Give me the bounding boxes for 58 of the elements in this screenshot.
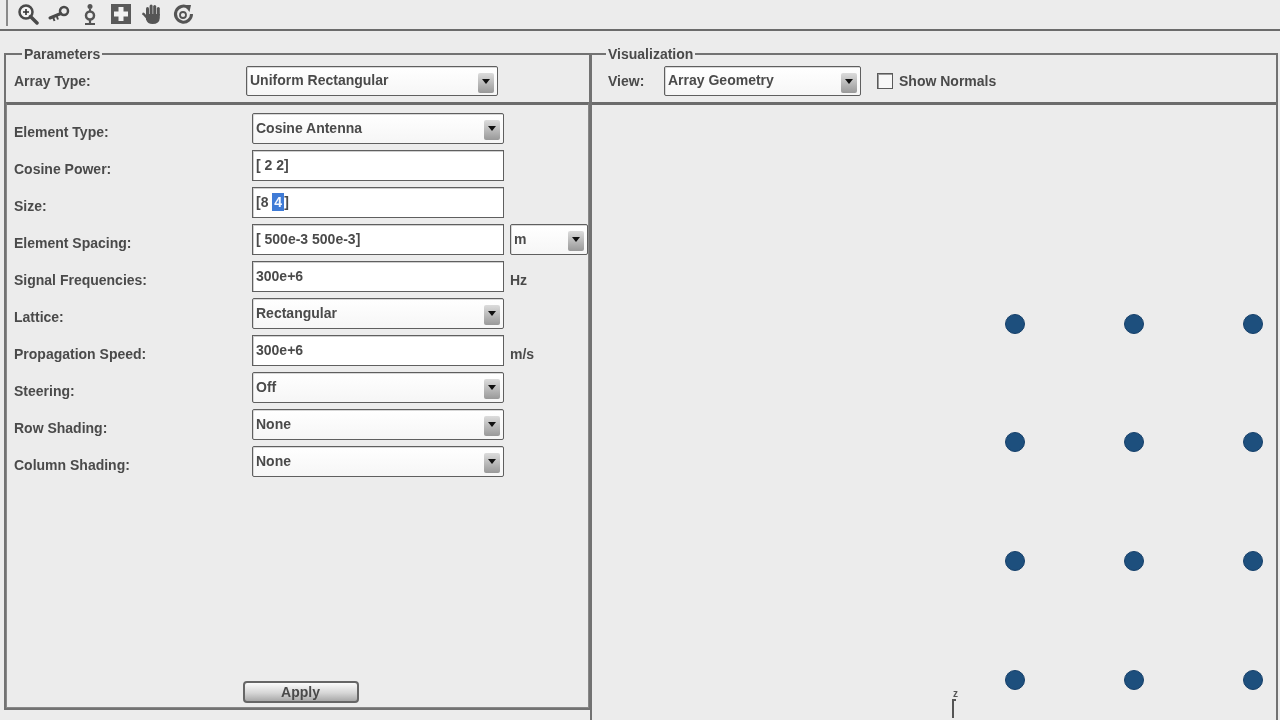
plot-point [1124,314,1144,334]
dropdown[interactable]: m [510,224,588,255]
rotate-icon[interactable] [172,3,194,25]
field-label: Cosine Power: [14,160,113,179]
group-title: Visualization [607,46,695,62]
zoom-in-icon[interactable] [17,3,39,25]
axis-label: z [953,688,958,699]
input-field[interactable]: [8 4] [252,187,504,218]
caret-icon [568,231,584,251]
plus-icon[interactable] [110,3,132,25]
plot-point [1124,432,1144,452]
field-label: Array Type: [14,72,92,91]
field-label: Steering: [14,382,76,401]
z-axis [952,699,956,718]
caret-icon [484,305,500,325]
field-label: Propagation Speed: [14,345,148,364]
input-field[interactable]: [ 2 2] [252,150,504,181]
plot-point [1005,551,1025,571]
dropdown[interactable]: None [252,409,504,440]
dropdown[interactable]: None [252,446,504,477]
plot-point [1005,670,1025,690]
caret-icon [484,416,500,436]
dropdown[interactable]: Cosine Antenna [252,113,504,144]
input-field[interactable]: 300e+6 [252,261,504,292]
field-label: Signal Frequencies: [14,271,149,290]
plot-point [1005,314,1025,334]
plot-point [1243,551,1263,571]
plot-point [1243,670,1263,690]
caret-icon [484,120,500,140]
field-label: Row Shading: [14,419,109,438]
dropdown[interactable]: Rectangular [252,298,504,329]
caret-icon [841,72,857,93]
unit-label: Hz [510,271,529,290]
plot-point [1005,432,1025,452]
input-field[interactable]: [ 500e-3 500e-3] [252,224,504,255]
group-title: Parameters [23,46,102,62]
plot-point [1243,314,1263,334]
field-label: Element Type: [14,123,110,142]
plot-point [1243,432,1263,452]
field-label: View: [608,73,646,89]
field-label: Size: [14,197,48,216]
plot-point [1124,551,1144,571]
field-label: Lattice: [14,308,65,327]
field-label: Column Shading: [14,456,131,475]
hand-icon[interactable] [141,3,163,25]
field-label: Element Spacing: [14,234,133,253]
unit-label: m/s [510,345,536,364]
checkbox-label: Show Normals [899,73,997,89]
caret-icon [484,453,500,473]
plot-point [1124,670,1144,690]
dropdown[interactable]: Array Geometry [664,66,861,96]
caret-icon [478,72,494,93]
dropdown[interactable]: Off [252,372,504,403]
dropdown[interactable]: Uniform Rectangular [246,66,498,96]
apply-button[interactable]: Apply [242,681,359,703]
caret-icon [484,379,500,399]
input-field[interactable]: 300e+6 [252,335,504,366]
checkbox[interactable] [877,73,893,89]
